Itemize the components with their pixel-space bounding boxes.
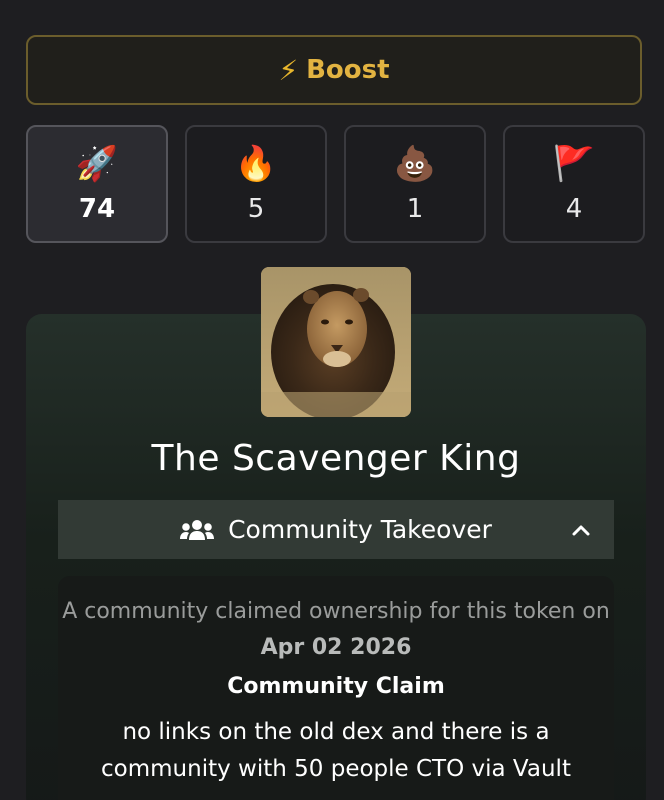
- boost-label: Boost: [306, 55, 390, 85]
- community-takeover-label: Community Takeover: [228, 515, 492, 544]
- reaction-count: 74: [78, 194, 116, 224]
- token-page: ⚡ Boost 🚀 74 🔥 5 💩 1 🚩 4 The Scavenger K…: [0, 0, 664, 800]
- claim-description: A community claimed ownership for this t…: [58, 594, 614, 666]
- token-name: The Scavenger King: [151, 438, 521, 479]
- lion-image: [261, 267, 411, 417]
- lightning-bolt-icon: ⚡: [278, 53, 299, 87]
- community-takeover-toggle[interactable]: Community Takeover: [58, 500, 614, 559]
- boost-button[interactable]: ⚡ Boost: [26, 35, 642, 105]
- poop-icon: 💩: [393, 144, 437, 184]
- reaction-count: 1: [406, 194, 424, 224]
- token-avatar: [261, 267, 411, 417]
- claim-text: no links on the old dex and there is a c…: [101, 719, 571, 782]
- reaction-count: 5: [247, 194, 265, 224]
- red-flag-icon: 🚩: [552, 144, 596, 184]
- reaction-red-flag[interactable]: 🚩 4: [503, 125, 645, 243]
- rocket-icon: 🚀: [75, 144, 119, 184]
- users-icon: [180, 519, 215, 540]
- reaction-fire[interactable]: 🔥 5: [185, 125, 327, 243]
- reaction-count: 4: [565, 194, 583, 224]
- community-claim-panel: A community claimed ownership for this t…: [58, 576, 614, 800]
- fire-icon: 🔥: [234, 144, 278, 184]
- claim-title: Community Claim: [227, 674, 445, 699]
- claim-description-text: A community claimed ownership for this t…: [62, 599, 610, 624]
- reaction-poop[interactable]: 💩 1: [344, 125, 486, 243]
- chevron-up-icon[interactable]: [570, 519, 592, 541]
- reaction-bar: 🚀 74 🔥 5 💩 1 🚩 4: [26, 125, 646, 243]
- reaction-rocket[interactable]: 🚀 74: [26, 125, 168, 243]
- claim-date: Apr 02 2026: [260, 635, 412, 660]
